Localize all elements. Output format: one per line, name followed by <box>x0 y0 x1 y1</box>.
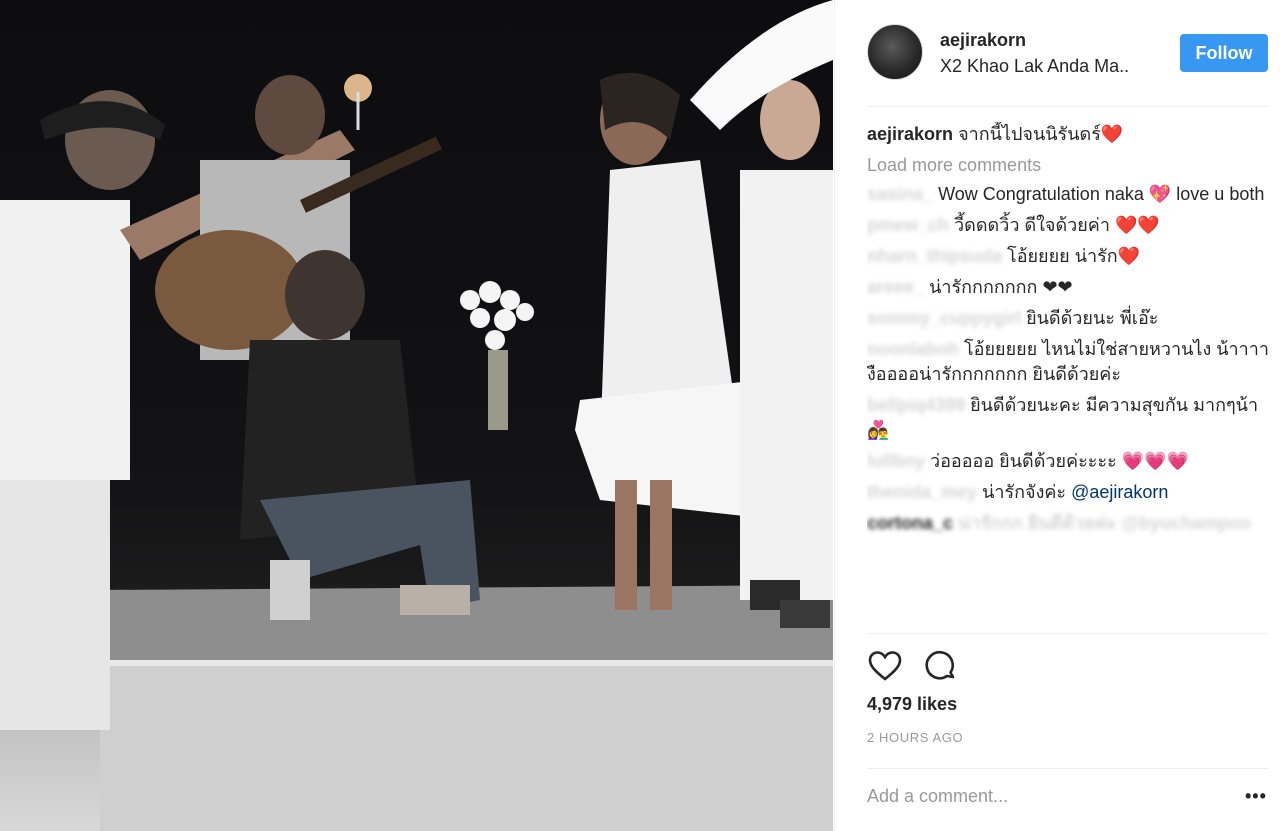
post-time[interactable]: 2 HOURS AGO <box>867 730 963 745</box>
comment-item: nharn_thipsuda โอ้ยยยย น่ารัก❤️ <box>867 244 1275 269</box>
instagram-post: aejirakorn X2 Khao Lak Anda Ma.. Follow … <box>0 0 1280 831</box>
add-comment-input[interactable]: Add a comment... <box>867 786 1008 807</box>
comment-item: areee_ น่ารักกกกกกก ❤❤ <box>867 275 1275 300</box>
comment-author[interactable]: lullbny <box>867 451 925 471</box>
comment-item: sommy_cuppygirl ยินดีด้วยนะ พี่เอ๊ะ <box>867 306 1275 331</box>
comment-author[interactable]: thenida_mey <box>867 482 977 502</box>
comment-text: น่ารักกกกกกก ❤❤ <box>929 277 1073 297</box>
comment-author[interactable]: areee_ <box>867 277 924 297</box>
actions-divider <box>867 633 1268 634</box>
comment-item: lullbny ว่อออออ ยินดีด้วยค่ะะะะ 💗💗💗 <box>867 449 1275 474</box>
comment-item: cortona_c น่ารักกก ยินดีด้วยค่ะ @byucham… <box>867 511 1275 536</box>
comment-author[interactable]: nharn_thipsuda <box>867 246 1002 266</box>
comment-author[interactable]: sommy_cuppygirl <box>867 308 1021 328</box>
comment-text: โอ้ยยยย น่ารัก❤️ <box>1007 246 1141 266</box>
caption-text: จากนี้ไปจนนิรันดร์❤️ <box>958 124 1124 144</box>
likes-count[interactable]: 4,979 likes <box>867 694 957 715</box>
username-link[interactable]: aejirakorn <box>940 30 1026 51</box>
comment-text: น่ารักจังค่ะ <box>982 482 1067 502</box>
post-photo[interactable] <box>0 0 833 831</box>
comments-list[interactable]: aejirakorn จากนี้ไปจนนิรันดร์❤️ Load mor… <box>867 122 1275 632</box>
comment-text: ยินดีด้วยนะ พี่เอ๊ะ <box>1026 308 1159 328</box>
comment-item: pmew_ch วี้ดดดวิ้ว ดีใจด้วยค่า ❤️❤️ <box>867 213 1275 238</box>
comment-item: sasina_ Wow Congratulation naka 💖 love u… <box>867 182 1275 207</box>
header-divider <box>867 106 1268 107</box>
action-bar <box>867 648 959 684</box>
caption: aejirakorn จากนี้ไปจนนิรันดร์❤️ <box>867 122 1275 147</box>
post-sidebar: aejirakorn X2 Khao Lak Anda Ma.. Follow … <box>834 0 1280 831</box>
comment-author[interactable]: noonlaboh <box>867 339 959 359</box>
location-link[interactable]: X2 Khao Lak Anda Ma.. <box>940 56 1170 77</box>
comment-author[interactable]: bellpiq4399 <box>867 395 965 415</box>
follow-button[interactable]: Follow <box>1180 34 1268 72</box>
comment-item: thenida_mey น่ารักจังค่ะ @aejirakorn <box>867 480 1275 505</box>
comment-author[interactable]: cortona_c <box>867 513 953 533</box>
comment-box-divider <box>867 768 1268 769</box>
post-header: aejirakorn X2 Khao Lak Anda Ma.. Follow <box>835 0 1280 106</box>
more-options-button[interactable]: ••• <box>1245 786 1267 807</box>
comments-fade <box>867 575 1275 635</box>
comment-author[interactable]: sasina_ <box>867 184 933 204</box>
comment-text: น่ารักกก ยินดีด้วยค่ะ @byuchampoo <box>958 513 1251 533</box>
heart-icon[interactable] <box>867 648 903 684</box>
photo-illustration <box>0 0 833 831</box>
comment-item: bellpiq4399 ยินดีด้วยนะคะ มีความสุขกัน ม… <box>867 393 1275 443</box>
load-more-comments-button[interactable]: Load more comments <box>867 153 1275 178</box>
comment-text: ว่อออออ ยินดีด้วยค่ะะะะ 💗💗💗 <box>930 451 1190 471</box>
comment-mention[interactable]: @aejirakorn <box>1071 482 1168 502</box>
comment-item: noonlaboh โอ้ยยยยย ไหนไม่ใช่สายหวานไง น้… <box>867 337 1275 387</box>
comment-text: วี้ดดดวิ้ว ดีใจด้วยค่า ❤️❤️ <box>954 215 1160 235</box>
avatar[interactable] <box>867 24 923 80</box>
comment-author[interactable]: pmew_ch <box>867 215 949 235</box>
caption-author[interactable]: aejirakorn <box>867 124 953 144</box>
comment-icon[interactable] <box>923 648 959 684</box>
comment-text: Wow Congratulation naka 💖 love u both <box>938 184 1265 204</box>
